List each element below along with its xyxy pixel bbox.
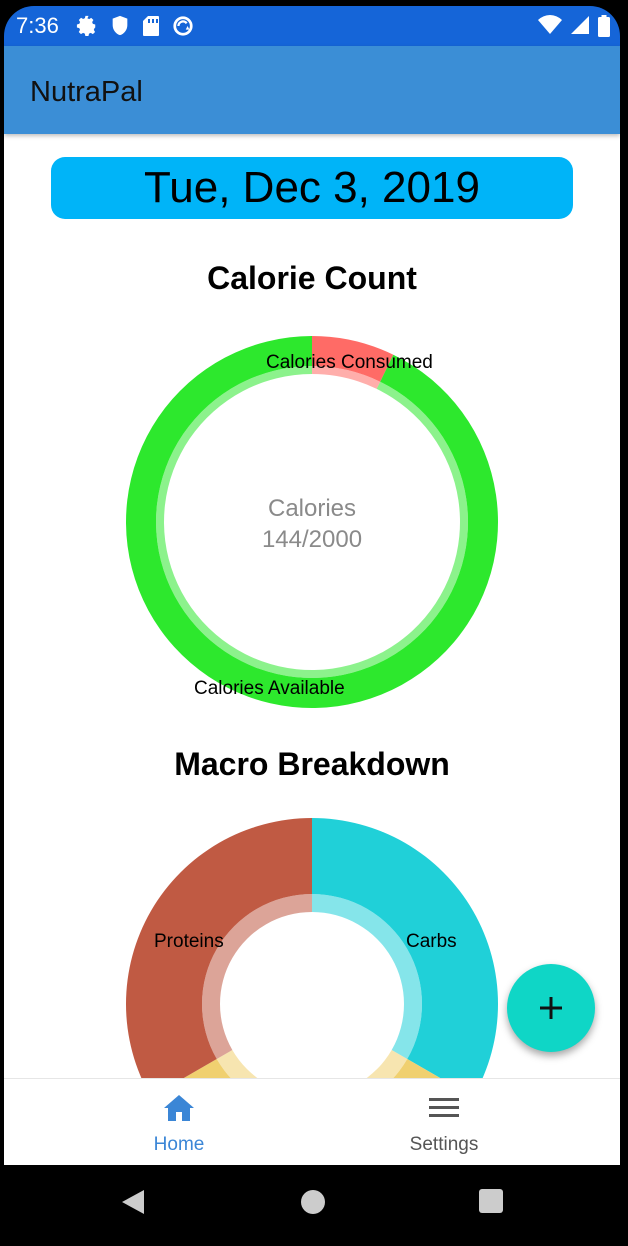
system-navigation-bar bbox=[4, 1164, 620, 1240]
home-icon bbox=[164, 1095, 194, 1121]
calorie-slice-calories-available[interactable] bbox=[126, 336, 499, 708]
carbs-label: Carbs bbox=[406, 931, 457, 952]
calorie-slices bbox=[126, 336, 499, 708]
app-bar: NutraPal bbox=[4, 46, 620, 134]
main-content[interactable]: Tue, Dec 3, 2019 Calorie Count Calories … bbox=[4, 134, 620, 1078]
plus-icon bbox=[540, 997, 562, 1019]
date-selector[interactable]: Tue, Dec 3, 2019 bbox=[51, 157, 573, 219]
proteins-label: Proteins bbox=[154, 931, 224, 952]
app-title: NutraPal bbox=[30, 76, 143, 108]
recents-icon[interactable] bbox=[478, 1188, 504, 1214]
calorie-inner-ring bbox=[156, 366, 469, 678]
sd-card-icon bbox=[142, 15, 160, 42]
bottom-navigation: Home Settings bbox=[4, 1078, 620, 1165]
calorie-donut-chart[interactable]: Calories Consumed Calories Available Cal… bbox=[4, 324, 620, 714]
signal-icon bbox=[570, 15, 590, 42]
home-circle-icon[interactable] bbox=[299, 1188, 327, 1216]
status-icons-left bbox=[76, 15, 194, 42]
wifi-icon bbox=[538, 15, 562, 42]
calories-consumed-label: Calories Consumed bbox=[266, 352, 433, 373]
nav-label-settings: Settings bbox=[409, 1134, 479, 1155]
calorie-chart-title: Calorie Count bbox=[207, 260, 417, 296]
nav-item-settings[interactable]: Settings bbox=[294, 1079, 594, 1165]
calorie-center-label: Calories bbox=[268, 495, 356, 522]
macro-chart-title: Macro Breakdown bbox=[174, 746, 450, 782]
nav-item-home[interactable]: Home bbox=[26, 1079, 332, 1165]
battery-icon bbox=[598, 15, 610, 42]
macro-inner-slice-fats bbox=[216, 1050, 408, 1078]
status-icons-right bbox=[538, 15, 610, 42]
sync-icon bbox=[172, 15, 194, 42]
device-frame: 7:36 NutraPal Tue, Dec 3, 2019 Calorie C… bbox=[4, 6, 620, 1240]
status-time: 7:36 bbox=[16, 13, 59, 38]
add-entry-button[interactable] bbox=[507, 964, 595, 1052]
calorie-inner-slice-calories-available bbox=[156, 366, 469, 678]
gear-icon bbox=[76, 15, 98, 42]
calorie-center-value: 144/2000 bbox=[262, 526, 362, 553]
menu-icon bbox=[429, 1098, 459, 1117]
calories-available-label: Calories Available bbox=[194, 678, 345, 699]
back-icon[interactable] bbox=[120, 1188, 146, 1216]
nav-label-home: Home bbox=[153, 1134, 205, 1155]
status-bar: 7:36 bbox=[4, 6, 620, 46]
shield-icon bbox=[110, 15, 130, 42]
